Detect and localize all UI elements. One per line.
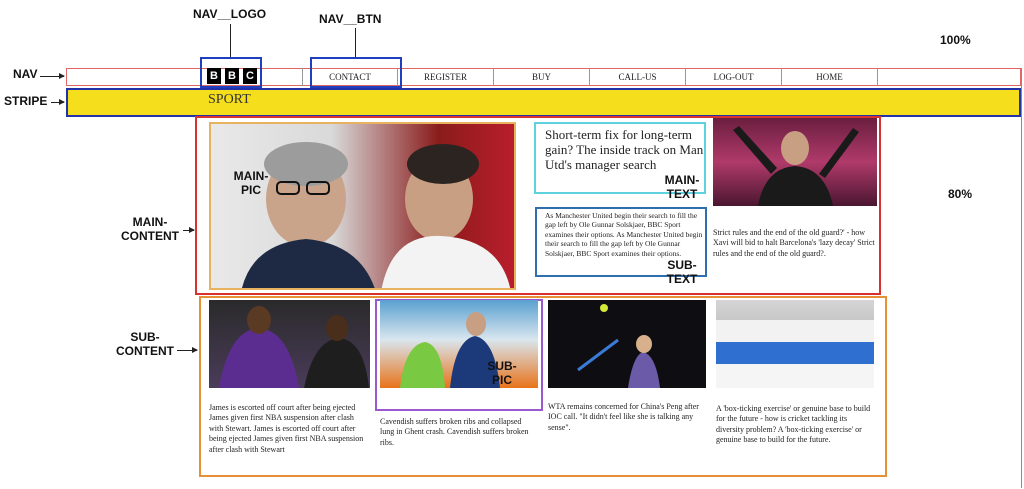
basketball-photo-illustration bbox=[219, 306, 369, 388]
sub-story-cycling[interactable]: Cavendish suffers broken ribs and collap… bbox=[380, 417, 535, 448]
stripe-arrow bbox=[51, 99, 65, 105]
sub-story-tennis[interactable]: WTA remains concerned for China's Peng a… bbox=[548, 402, 706, 433]
stripe-label[interactable]: SPORT bbox=[208, 92, 251, 108]
bbc-logo-letter-3: C bbox=[243, 68, 257, 84]
main-text-annotation: MAIN- TEXT bbox=[664, 173, 700, 201]
cricket-team-photo-illustration bbox=[716, 320, 874, 388]
main-content-annotation: MAIN- CONTENT bbox=[121, 215, 179, 243]
side-story-text[interactable]: Strict rules and the end of the old guar… bbox=[713, 228, 878, 259]
sub-story-cricket[interactable]: A 'box-ticking exercise' or genuine base… bbox=[716, 404, 876, 446]
sub-text-annotation: SUB- TEXT bbox=[666, 258, 698, 286]
nav-button-register[interactable]: REGISTER bbox=[398, 68, 494, 86]
managers-photo-illustration bbox=[242, 142, 511, 288]
stripe-annotation: STRIPE bbox=[4, 94, 48, 108]
main-summary: As Manchester United begin their search … bbox=[545, 211, 703, 258]
nav-btn-pointer bbox=[355, 28, 356, 57]
nav-button-home[interactable]: HOME bbox=[782, 68, 878, 86]
main-pic-annotation: MAIN- PIC bbox=[233, 169, 269, 197]
main-headline[interactable]: Short-term fix for long-term gain? The i… bbox=[545, 127, 705, 173]
nav-annotation: NAV bbox=[13, 67, 38, 81]
bbc-logo-letter-1: B bbox=[207, 68, 221, 84]
sub-picture-tennis[interactable] bbox=[548, 300, 706, 388]
nav-logo-pointer bbox=[230, 24, 231, 57]
width-marker-line bbox=[1021, 68, 1022, 488]
nav-button-log-out[interactable]: LOG-OUT bbox=[686, 68, 782, 86]
nav-logo-annotation: NAV__LOGO bbox=[193, 7, 267, 21]
side-picture[interactable] bbox=[713, 118, 877, 206]
nav-btn-outline bbox=[310, 57, 402, 88]
bbc-logo-letter-2: B bbox=[225, 68, 239, 84]
nav-btn-annotation: NAV__BTN bbox=[319, 12, 382, 26]
percent-100-annotation: 100% bbox=[940, 33, 971, 47]
main-content-arrow bbox=[183, 227, 195, 233]
sub-picture-cricket[interactable] bbox=[716, 300, 874, 388]
tennis-photo-illustration bbox=[577, 304, 660, 388]
sub-story-basketball[interactable]: James is escorted off court after being … bbox=[209, 403, 367, 455]
main-picture[interactable] bbox=[209, 122, 516, 290]
sub-pic-annotation: SUB- PIC bbox=[487, 359, 517, 387]
nav-arrow bbox=[40, 73, 65, 79]
sub-content-annotation: SUB- CONTENT bbox=[116, 330, 174, 358]
xavi-photo-illustration bbox=[733, 126, 859, 206]
nav-button-call-us[interactable]: CALL-US bbox=[590, 68, 686, 86]
sub-picture-basketball[interactable] bbox=[209, 300, 370, 388]
sub-content-arrow bbox=[177, 347, 198, 353]
percent-80-annotation: 80% bbox=[948, 187, 973, 201]
nav-button-buy[interactable]: BUY bbox=[494, 68, 590, 86]
